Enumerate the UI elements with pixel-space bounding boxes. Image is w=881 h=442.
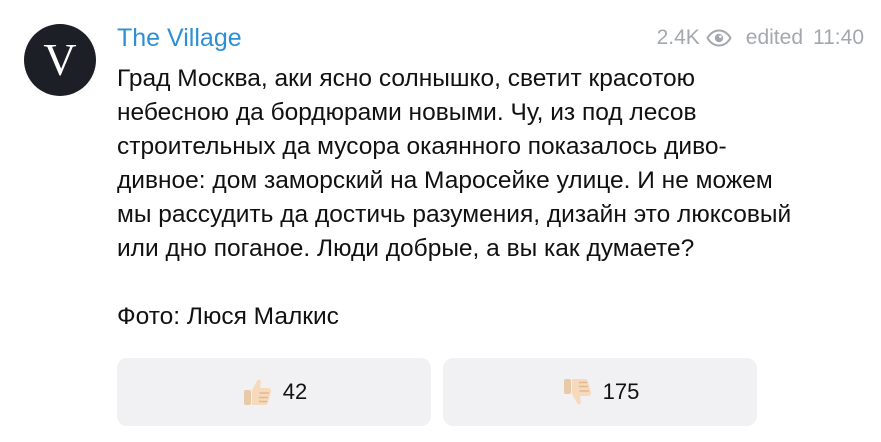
view-count: 2.4K xyxy=(656,26,700,49)
edited-label: edited xyxy=(745,26,803,49)
eye-icon xyxy=(706,29,732,47)
thumbs-up-icon xyxy=(243,379,271,405)
channel-avatar[interactable]: V xyxy=(24,24,96,96)
channel-post: V The Village 2.4K edited 11:40 Град Мос… xyxy=(0,0,881,442)
thumbs-down-button[interactable]: 175 xyxy=(443,358,757,426)
channel-name[interactable]: The Village xyxy=(117,24,242,53)
message-body: Град Москва, аки ясно солнышко, светит к… xyxy=(117,65,792,262)
thumbs-down-count: 175 xyxy=(602,379,640,404)
thumbs-up-count: 42 xyxy=(282,379,308,404)
thumbs-up-button[interactable]: 42 xyxy=(117,358,431,426)
post-time: 11:40 xyxy=(813,26,864,49)
post-meta: 2.4K edited 11:40 xyxy=(657,26,864,50)
photo-credit: Фото: Люся Малкис xyxy=(117,303,339,330)
message-text: Град Москва, аки ясно солнышко, светит к… xyxy=(117,62,797,334)
reaction-buttons: 42 175 xyxy=(117,358,757,426)
avatar-letter: V xyxy=(43,34,77,85)
thumbs-down-icon xyxy=(563,379,591,405)
